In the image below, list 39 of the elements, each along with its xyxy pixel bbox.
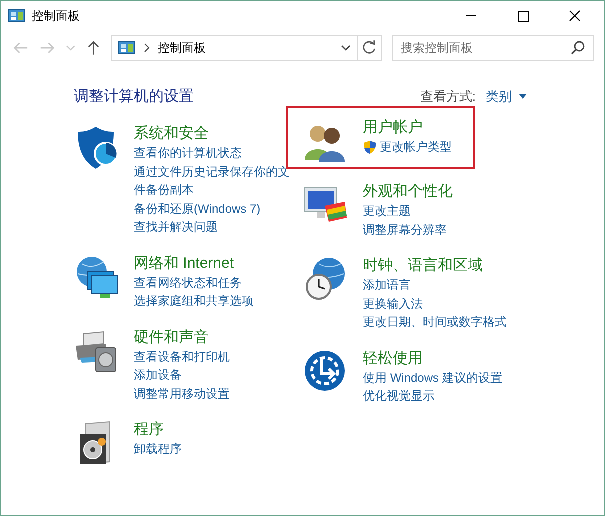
task-link[interactable]: 查看网络状态和任务 [134,274,299,292]
task-link[interactable]: 更改帐户类型 [363,138,453,156]
caret-down-icon [518,92,528,100]
task-link[interactable]: 查看设备和打印机 [134,348,299,366]
category-link[interactable]: 网络和 Internet [134,254,299,274]
task-link[interactable]: 卸载程序 [134,440,299,458]
window-title: 控制面板 [32,8,80,24]
task-link[interactable]: 添加语言 [363,276,528,294]
address-bar[interactable]: 控制面板 [111,35,357,61]
category-link[interactable]: 硬件和声音 [134,328,299,348]
task-link[interactable]: 更改主题 [363,202,528,220]
task-link[interactable]: 优化视觉显示 [363,387,528,406]
task-link[interactable]: 调整常用移动设置 [134,384,299,403]
task-link[interactable]: 更改日期、时间或数字格式 [363,313,528,332]
view-by-label: 查看方式: [420,88,476,106]
task-link[interactable]: 更换输入法 [363,294,528,313]
task-link[interactable]: 选择家庭组和共享选项 [134,292,299,310]
page-heading: 调整计算机的设置 [74,87,194,106]
search-field[interactable]: 搜索控制面板 [392,35,594,61]
task-link[interactable]: 调整屏幕分辨率 [363,220,528,239]
task-link[interactable]: 使用 Windows 建议的设置 [363,368,528,387]
task-link[interactable]: 备份和还原(Windows 7) [134,200,299,218]
category-link[interactable]: 用户帐户 [363,118,453,138]
category-link[interactable]: 系统和安全 [134,124,299,144]
control-panel-icon [8,8,26,24]
breadcrumb-item[interactable]: 控制面板 [158,40,206,56]
refresh-icon[interactable] [356,35,382,61]
category-link[interactable]: 程序 [134,420,299,440]
task-link[interactable]: 查找并解决问题 [134,218,299,236]
category-link[interactable]: 外观和个性化 [363,182,528,202]
task-link[interactable]: 添加设备 [134,366,299,384]
control-panel-icon [118,40,136,56]
category-link[interactable]: 轻松使用 [363,348,528,368]
task-link[interactable]: 通过文件历史记录保存你的文件备份副本 [134,162,299,200]
category-link[interactable]: 时钟、语言和区域 [363,256,528,276]
task-link[interactable]: 查看你的计算机状态 [134,144,299,162]
view-by-dropdown[interactable]: 类别 [486,88,528,106]
chevron-icon [142,42,152,54]
search-icon[interactable] [570,40,586,56]
